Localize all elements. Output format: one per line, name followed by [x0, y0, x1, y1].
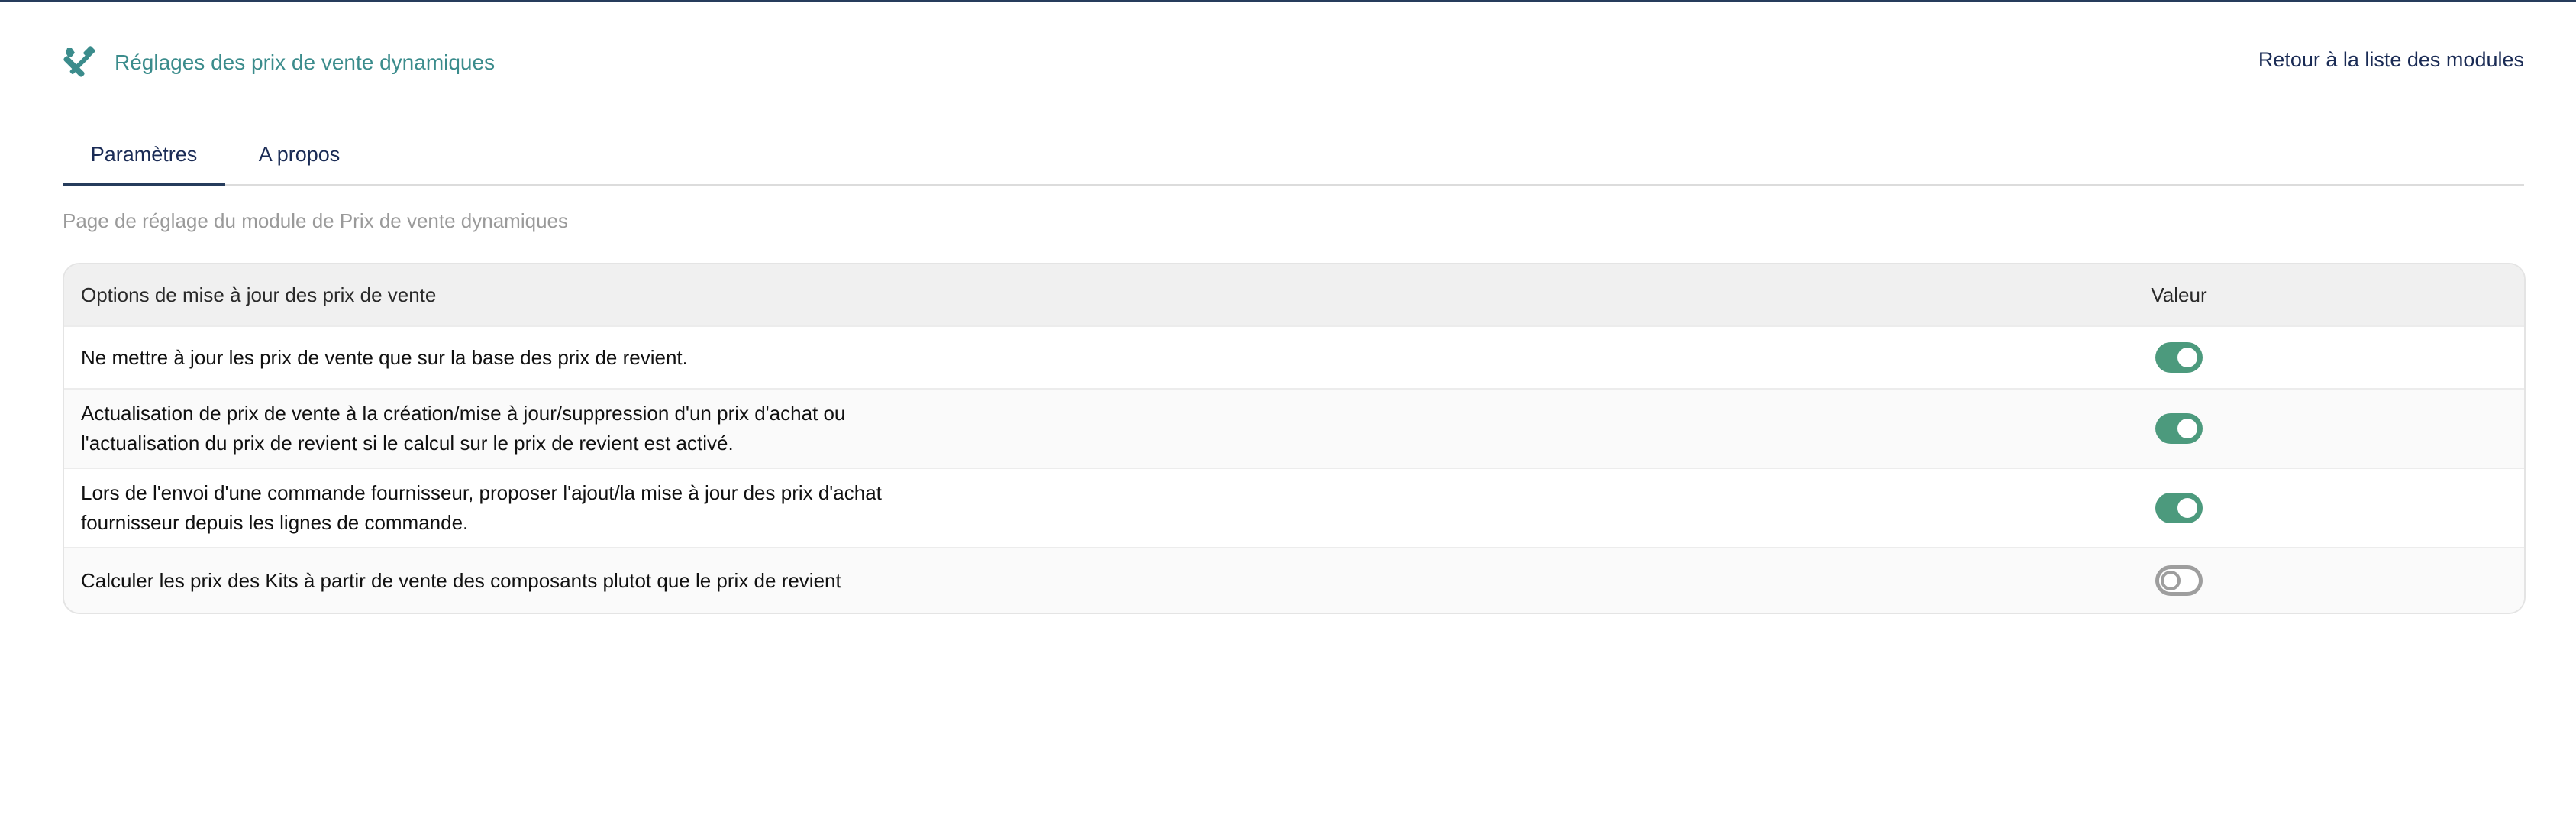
module-settings-page: Réglages des prix de vente dynamiques Re…	[63, 2, 2526, 614]
toggle-cell	[2087, 469, 2271, 547]
tab-bar: Paramètres A propos	[63, 125, 2524, 186]
toggle-knob	[2161, 571, 2181, 590]
page-header: Réglages des prix de vente dynamiques Re…	[63, 2, 2524, 125]
tab-a-propos[interactable]: A propos	[250, 125, 349, 184]
page-title: Réglages des prix de vente dynamiques	[115, 50, 496, 74]
column-header-value: Valeur	[2151, 283, 2207, 306]
table-header: Options de mise à jour des prix de vente…	[64, 264, 2524, 325]
column-header-options: Options de mise à jour des prix de vente	[81, 283, 437, 306]
page-description: Page de réglage du module de Prix de ven…	[63, 209, 568, 232]
toggle-cell	[2087, 327, 2271, 388]
page-title-group: Réglages des prix de vente dynamiques	[63, 42, 495, 83]
toggle-switch[interactable]	[2155, 413, 2203, 444]
toggle-knob	[2177, 419, 2197, 438]
option-label: Lors de l'envoi d'une commande fournisse…	[81, 481, 882, 534]
tools-icon	[63, 45, 98, 80]
toggle-knob	[2177, 498, 2197, 518]
option-label: Calculer les prix des Kits à partir de v…	[81, 568, 841, 592]
toggle-cell	[2087, 548, 2271, 613]
toggle-cell	[2087, 390, 2271, 467]
option-label: Actualisation de prix de vente à la créa…	[81, 402, 846, 455]
settings-table: Options de mise à jour des prix de vente…	[63, 263, 2526, 614]
toggle-switch[interactable]	[2155, 342, 2203, 373]
table-row: Actualisation de prix de vente à la créa…	[64, 388, 2524, 467]
back-to-modules-link[interactable]: Retour à la liste des modules	[2258, 48, 2524, 72]
table-row: Ne mettre à jour les prix de vente que s…	[64, 325, 2524, 388]
table-row: Calculer les prix des Kits à partir de v…	[64, 547, 2524, 613]
toggle-switch[interactable]	[2155, 565, 2203, 596]
table-row: Lors de l'envoi d'une commande fournisse…	[64, 467, 2524, 547]
toggle-switch[interactable]	[2155, 493, 2203, 523]
toggle-knob	[2177, 348, 2197, 367]
option-label: Ne mettre à jour les prix de vente que s…	[81, 345, 688, 369]
tab-parametres[interactable]: Paramètres	[63, 125, 225, 186]
